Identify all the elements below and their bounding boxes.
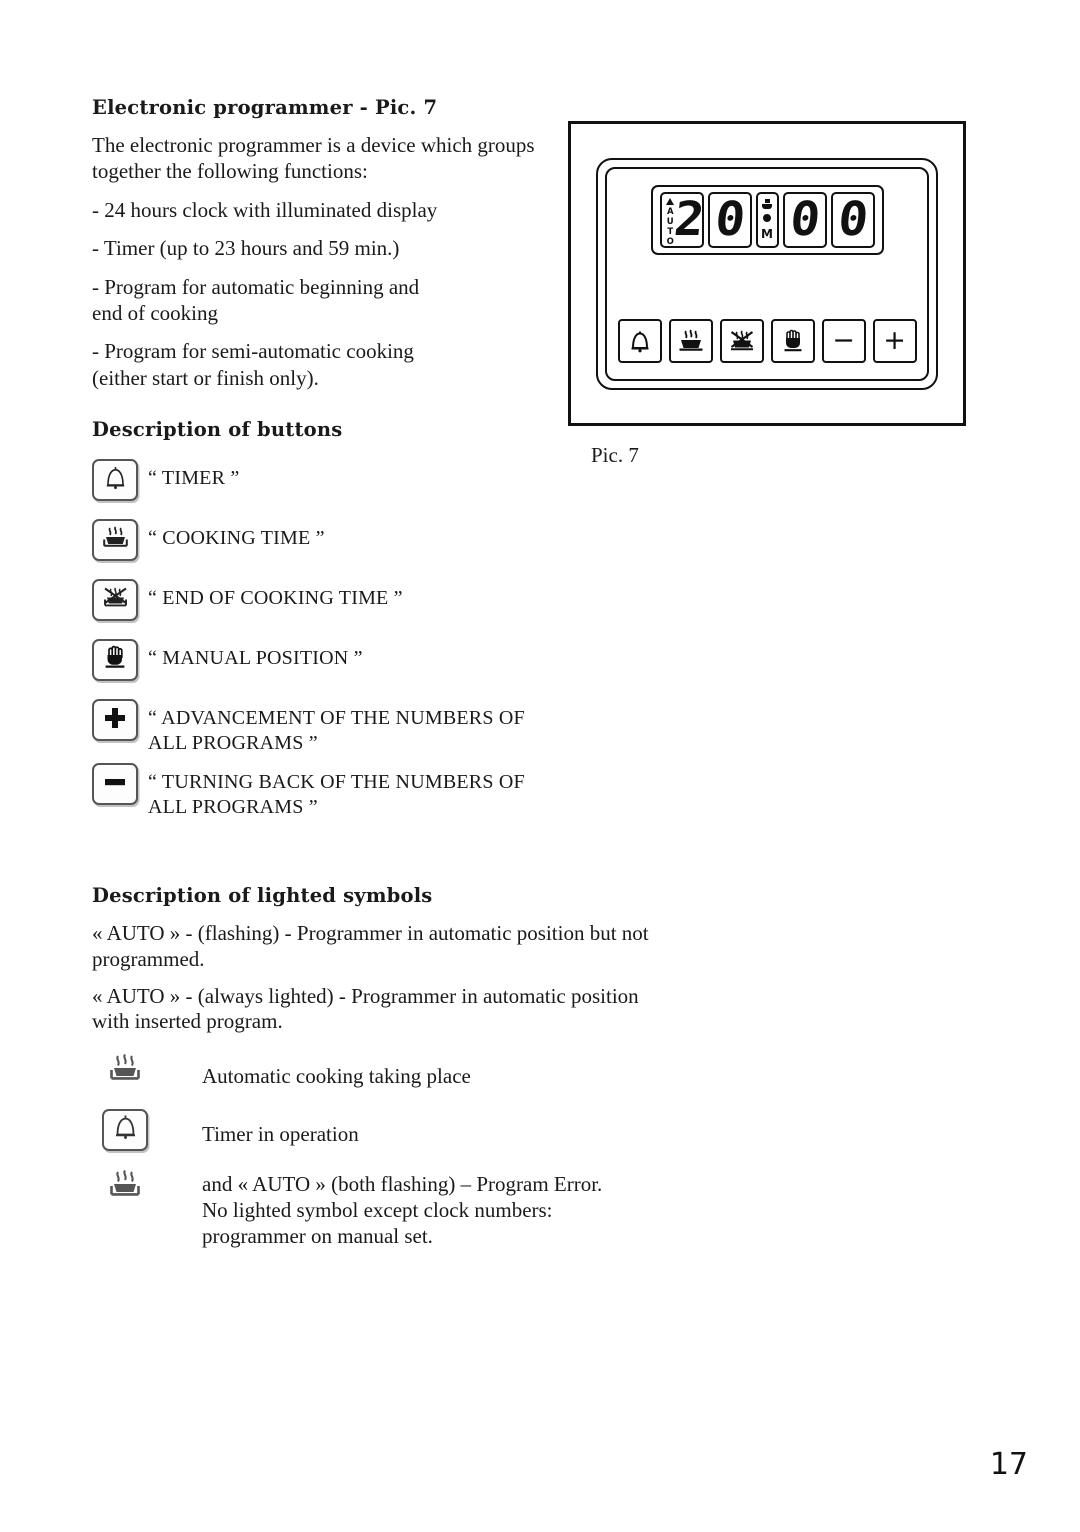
lighted-symbol-label: Automatic cooking taking place [202,1063,471,1088]
icon-container [92,1167,202,1209]
lighted-paragraph: « AUTO » - (flashing) - Programmer in au… [92,921,649,971]
panel-button-decrease[interactable]: − [821,318,866,363]
panel-button-row: − + [617,318,917,363]
button-label: “ COOKING TIME ” [148,527,325,550]
icon-container [92,639,148,682]
button-description-row: “ ADVANCEMENT OF THE NUMBERS OF ALL PROG… [92,699,592,755]
panel-button-end-of-cooking-time[interactable] [719,318,764,363]
icon-container [92,459,148,502]
lcd-separator: M [755,191,779,248]
minus-icon: − [832,325,855,356]
lcd-display: AUTO 2 0 M 0 0 [650,184,884,255]
icon-container [92,763,148,806]
button-description-row: “ END OF COOKING TIME ” [92,579,592,622]
figure-programmer: AUTO 2 0 M 0 0 − + [568,121,966,426]
list-item: - Program for automatic beginning and en… [92,274,420,325]
figure-frame: AUTO 2 0 M 0 0 − + [568,121,966,426]
icon-container [92,1108,202,1151]
button-description-row: “ TURNING BACK OF THE NUMBERS OF ALL PRO… [92,763,592,819]
cooking-pot-icon [108,1053,142,1090]
lcd-digit-4: 0 [830,191,875,248]
digit-value: 0 [712,191,747,247]
icon-container [92,519,148,562]
cooking-pot-crossed-icon [102,585,129,615]
lighted-symbols-section: Description of lighted symbols « AUTO » … [92,884,652,1250]
panel-button-cooking-time[interactable] [668,318,713,363]
lcd-digit-2: 0 [707,191,752,248]
program-error-symbol [102,1167,148,1209]
cooking-time-key[interactable] [92,519,138,562]
automatic-cooking-symbol [102,1051,148,1093]
plus-icon: + [883,325,906,356]
digit-value: 0 [835,191,870,247]
document-page: Electronic programmer - Pic. 7 The elect… [0,0,1080,1532]
lighted-symbol-row: Timer in operation [92,1108,652,1151]
button-label: “ TURNING BACK OF THE NUMBERS OF ALL PRO… [148,771,525,818]
digit-value: 0 [787,191,822,247]
cooking-pot-crossed-icon [729,329,755,353]
triangle-icon [666,197,674,205]
page-number: 17 [989,1447,1028,1482]
cooking-pot-icon [102,525,129,555]
bell-icon [113,1113,138,1146]
cooking-pot-icon [678,328,704,353]
programmer-faceplate: AUTO 2 0 M 0 0 − + [605,166,929,381]
turning-back-key[interactable] [92,763,138,806]
minus-icon [102,769,128,800]
timer-operation-symbol [102,1108,148,1151]
plus-icon [102,705,128,736]
cooking-pot-icon [108,1169,142,1206]
list-item: - Program for semi-automatic cooking (ei… [92,339,414,390]
panel-button-manual-position[interactable] [770,318,815,363]
lighted-paragraph: « AUTO » - (always lighted) - Programmer… [92,983,639,1034]
pot-icon [761,199,773,210]
digit-value: 2 [671,191,705,247]
button-description-row: “ COOKING TIME ” [92,519,592,562]
button-label: “ TIMER ” [148,467,240,490]
hand-icon [103,645,127,675]
lighted-symbol-row: and « AUTO » (both flashing) – Program E… [92,1167,652,1250]
button-description-row: “ TIMER ” [92,459,592,502]
bell-icon [629,329,651,353]
hand-icon [782,329,804,353]
lcd-digit-1: AUTO 2 [659,191,705,248]
manual-letter: M [761,226,773,241]
page-title: Electronic programmer - Pic. 7 [92,96,438,119]
end-of-cooking-time-key[interactable] [92,579,138,622]
lighted-symbol-label: and « AUTO » (both flashing) – Program E… [202,1171,603,1249]
advancement-key[interactable] [92,699,138,742]
icon-container [92,699,148,742]
list-item: - 24 hours clock with illuminated displa… [92,197,438,222]
button-label: “ ADVANCEMENT OF THE NUMBERS OF ALL PROG… [148,707,525,754]
panel-button-increase[interactable]: + [872,318,917,363]
lighted-section-heading: Description of lighted symbols [92,884,433,907]
figure-caption: Pic. 7 [591,443,639,467]
functions-list: - 24 hours clock with illuminated displa… [92,197,562,392]
icon-container [92,579,148,622]
icon-container [92,1051,202,1093]
intro-block: Electronic programmer - Pic. 7 The elect… [92,96,562,403]
programmer-body: AUTO 2 0 M 0 0 − + [596,157,938,390]
colon-dot-icon [763,214,771,223]
lcd-digit-3: 0 [782,191,827,248]
intro-paragraph: The electronic programmer is a device wh… [92,133,535,183]
manual-position-key[interactable] [92,639,138,682]
button-label: “ END OF COOKING TIME ” [148,587,403,610]
timer-key[interactable] [92,459,138,502]
lighted-symbol-label: Timer in operation [202,1121,359,1146]
lighted-symbol-row: Automatic cooking taking place [92,1051,652,1093]
panel-button-timer[interactable] [617,318,662,363]
buttons-section-heading: Description of buttons [92,418,343,441]
button-label: “ MANUAL POSITION ” [148,647,363,670]
buttons-description-section: Description of buttons “ TIMER ” “ COOKI… [92,418,592,819]
button-description-row: “ MANUAL POSITION ” [92,639,592,682]
bell-icon [104,465,127,496]
list-item: - Timer (up to 23 hours and 59 min.) [92,236,400,261]
